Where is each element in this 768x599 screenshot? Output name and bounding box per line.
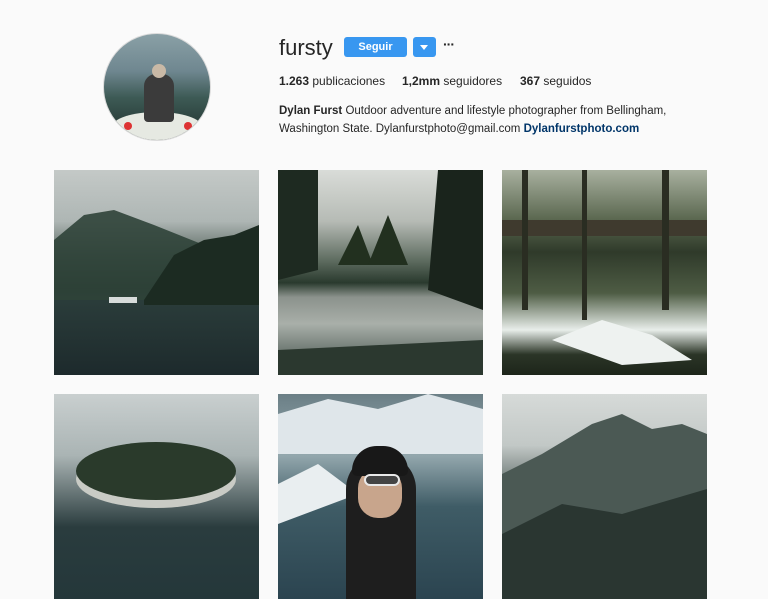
post-image bbox=[54, 210, 259, 305]
profile-username: fursty bbox=[279, 35, 333, 60]
follow-button[interactable]: Seguir bbox=[344, 37, 407, 57]
profile-avatar[interactable] bbox=[103, 33, 211, 141]
follow-options-button[interactable] bbox=[413, 37, 436, 57]
posts-count: 1.263 publicaciones bbox=[279, 74, 386, 88]
post-image bbox=[502, 170, 707, 365]
profile-bio: Dylan Furst Outdoor adventure and lifest… bbox=[279, 102, 679, 138]
followers-count[interactable]: 1,2mm seguidores bbox=[402, 74, 502, 88]
avatar-detail bbox=[184, 122, 192, 130]
post-thumbnail[interactable] bbox=[54, 394, 259, 599]
goggles-shape bbox=[364, 474, 400, 486]
post-thumbnail[interactable] bbox=[502, 170, 707, 375]
more-options-icon[interactable]: ··· bbox=[443, 37, 457, 53]
avatar-head-shape bbox=[152, 64, 166, 78]
island-shape bbox=[76, 442, 236, 500]
bio-website-link[interactable]: Dylanfurstphoto.com bbox=[524, 123, 640, 135]
post-thumbnail[interactable] bbox=[54, 170, 259, 375]
post-image bbox=[502, 414, 707, 599]
avatar-detail bbox=[124, 122, 132, 130]
post-image bbox=[278, 170, 483, 375]
post-thumbnail[interactable] bbox=[278, 394, 483, 599]
chevron-down-icon bbox=[420, 45, 428, 50]
following-count[interactable]: 367 seguidos bbox=[520, 74, 591, 88]
avatar-person-shape bbox=[144, 74, 174, 122]
post-thumbnail[interactable] bbox=[278, 170, 483, 375]
bio-full-name: Dylan Furst bbox=[279, 105, 343, 117]
post-thumbnail[interactable] bbox=[502, 394, 707, 599]
